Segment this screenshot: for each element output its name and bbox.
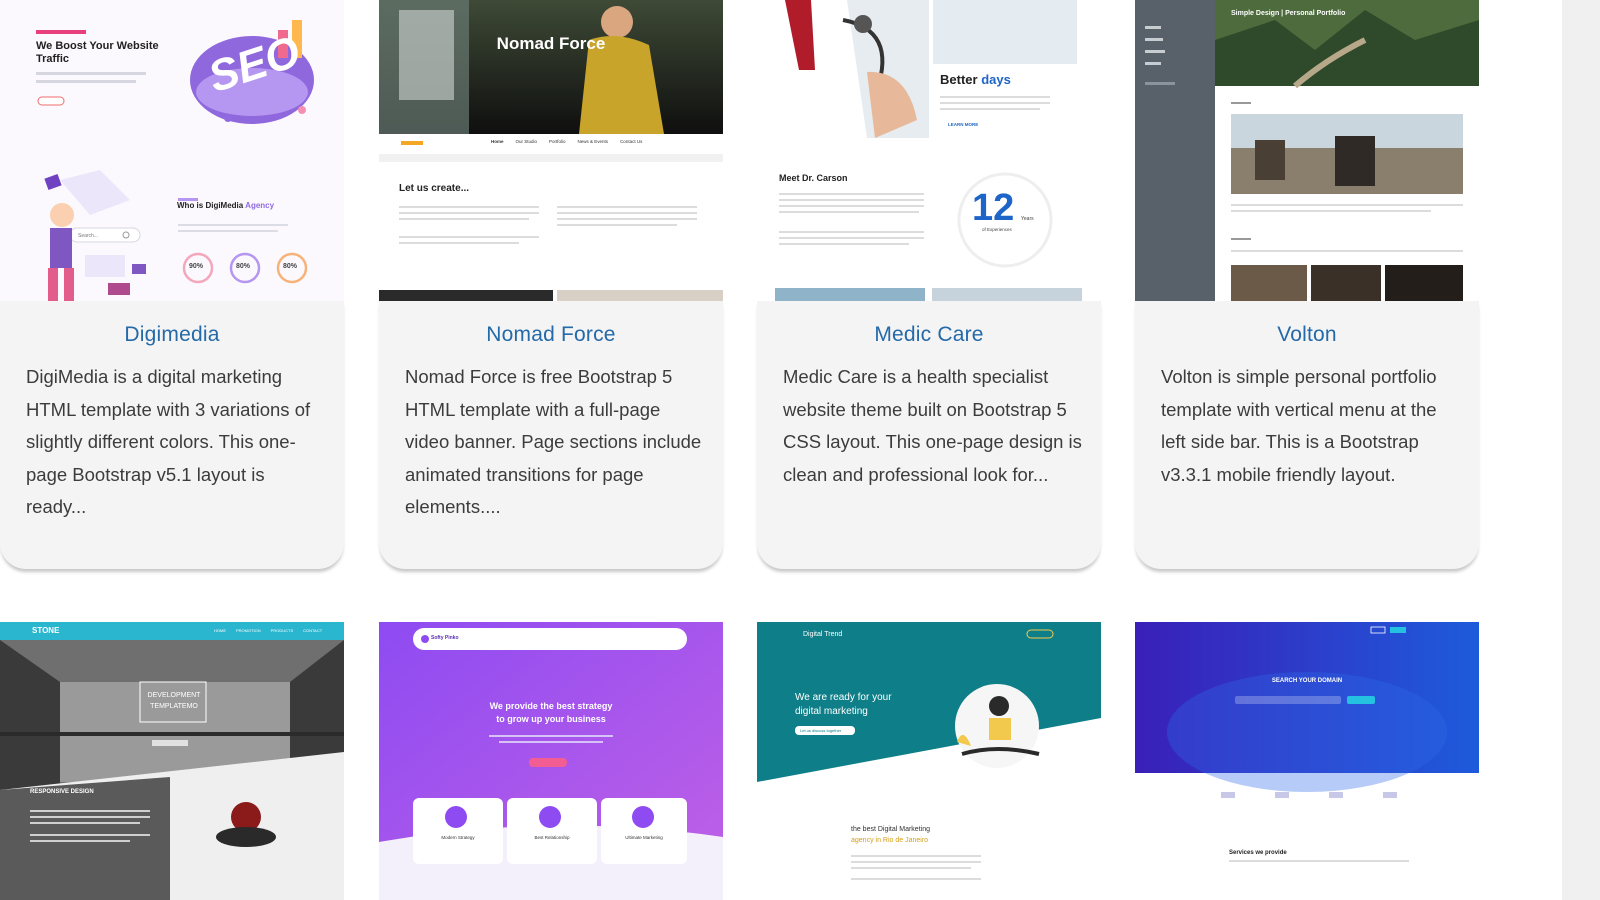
- section-title-accent: Agency: [245, 201, 275, 210]
- host-domain-preview-illustration: [1135, 622, 1479, 900]
- template-card-softy-pinko[interactable]: Softy Pinko We provide the best strategy…: [379, 622, 723, 900]
- preview-nav-item: HOME: [214, 628, 226, 633]
- preview-learn-more: LEARN MORE: [948, 122, 979, 127]
- card-description: Medic Care is a health specialist websit…: [783, 366, 1082, 485]
- preview-years-number: 12: [972, 187, 1015, 229]
- medic-care-preview-illustration: [757, 0, 1101, 301]
- preview-headline-2: digital marketing: [795, 706, 868, 717]
- preview-feature-1: Modern Strategy: [441, 835, 475, 840]
- preview-heading: Better days: [940, 72, 1011, 87]
- preview-navbar: HOME PROMOTION PRODUCTS CONTACT: [214, 628, 322, 633]
- preview-doctor-name: Meet Dr. Carson: [779, 173, 848, 183]
- preview-stat-2: 80%: [236, 263, 251, 270]
- preview-headline-2: to grow up your business: [496, 714, 606, 724]
- preview-years-label: Years: [1021, 216, 1034, 222]
- heading-accent: days: [981, 72, 1011, 87]
- preview-section-title: RESPONSIVE DESIGN: [30, 789, 94, 795]
- heading-text: Better: [940, 72, 978, 87]
- preview-headline: We Boost Your Website Traffic: [36, 40, 159, 65]
- preview-stat-1: 90%: [189, 263, 204, 270]
- card-description: Volton is simple personal portfolio temp…: [1161, 366, 1437, 485]
- template-thumbnail[interactable]: STONE HOME PROMOTION PRODUCTS CONTACT DE…: [0, 622, 344, 900]
- template-card-volton[interactable]: Simple Design | Personal Portfolio Volto…: [1135, 0, 1479, 570]
- preview-nav-item: CONTACT: [303, 628, 323, 633]
- preview-brand: STONE: [32, 626, 60, 635]
- page-scrollbar[interactable]: [1562, 0, 1600, 900]
- template-thumbnail[interactable]: Softy Pinko We provide the best strategy…: [379, 622, 723, 900]
- preview-headline-1: We are ready for your: [795, 692, 892, 703]
- volton-preview-illustration: [1135, 0, 1479, 301]
- template-card-host-domain[interactable]: SEARCH YOUR DOMAIN Services we provide: [1135, 622, 1479, 900]
- preview-brand: Digital Trend: [803, 631, 843, 638]
- preview-nav-item: Our Studio: [515, 139, 538, 144]
- preview-section-title: Who is DigiMedia Agency: [177, 201, 274, 210]
- template-thumbnail[interactable]: We Boost Your Website Traffic SEO Who is…: [0, 0, 344, 301]
- preview-search-field: Search...: [78, 233, 99, 239]
- card-title[interactable]: Nomad Force: [379, 323, 723, 347]
- preview-nav-item: Portfolio: [549, 139, 566, 144]
- preview-tagline-2: agency in Rio de Janeiro: [851, 837, 929, 844]
- card-title[interactable]: Medic Care: [757, 323, 1101, 347]
- preview-center-box: DEVELOPMENT TEMPLATEMO: [147, 692, 201, 710]
- stone-preview-illustration: [0, 622, 344, 900]
- card-title[interactable]: Volton: [1135, 323, 1479, 347]
- card-description: Nomad Force is free Bootstrap 5 HTML tem…: [405, 366, 702, 517]
- preview-search-title: SEARCH YOUR DOMAIN: [1271, 678, 1343, 684]
- softy-pinko-preview-illustration: [379, 622, 723, 900]
- digital-trend-preview-illustration: [757, 622, 1101, 900]
- preview-tagline-1: the best Digital Marketing: [851, 826, 930, 833]
- template-card-stone[interactable]: STONE HOME PROMOTION PRODUCTS CONTACT DE…: [0, 622, 344, 900]
- preview-feature-2: Best Relationship: [534, 835, 570, 840]
- card-body: Volton Volton is simple personal portfol…: [1135, 301, 1479, 569]
- preview-navbar: Home Our Studio Portfolio News & Events …: [491, 139, 642, 144]
- preview-banner-title: Nomad Force: [496, 34, 606, 53]
- card-description: DigiMedia is a digital marketing HTML te…: [26, 366, 311, 517]
- card-body: Digimedia DigiMedia is a digital marketi…: [0, 301, 344, 569]
- template-card-digimedia[interactable]: We Boost Your Website Traffic SEO Who is…: [0, 0, 344, 570]
- preview-brand: Softy Pinko: [431, 635, 459, 641]
- preview-stat-3: 80%: [283, 263, 298, 270]
- template-thumbnail[interactable]: Nomad Force Home Our Studio Portfolio Ne…: [379, 0, 723, 301]
- preview-section-title: Let us create...: [399, 183, 470, 194]
- preview-nav-item: Home: [491, 139, 504, 144]
- template-thumbnail[interactable]: Better days LEARN MORE Meet Dr. Carson 1…: [757, 0, 1101, 301]
- template-card-digital-trend[interactable]: Digital Trend We are ready for your digi…: [757, 622, 1101, 900]
- preview-banner-title: Simple Design | Personal Portfolio: [1231, 10, 1346, 17]
- preview-nav-item: PROMOTION: [236, 628, 261, 633]
- template-thumbnail[interactable]: SEARCH YOUR DOMAIN Services we provide: [1135, 622, 1479, 900]
- preview-nav-item: News & Events: [577, 139, 609, 144]
- preview-services-title: Services we provide: [1229, 850, 1287, 856]
- template-thumbnail[interactable]: Simple Design | Personal Portfolio: [1135, 0, 1479, 301]
- card-body: Nomad Force Nomad Force is free Bootstra…: [379, 301, 723, 569]
- preview-headline-1: We provide the best strategy: [489, 701, 613, 711]
- template-card-medic-care[interactable]: Better days LEARN MORE Meet Dr. Carson 1…: [757, 0, 1101, 570]
- preview-nav-item: PRODUCTS: [270, 628, 294, 633]
- card-title[interactable]: Digimedia: [0, 323, 344, 347]
- preview-years-caption: of Experiences: [982, 227, 1012, 232]
- preview-feature-3: Ultimate Marketing: [625, 835, 663, 840]
- card-body: Medic Care Medic Care is a health specia…: [757, 301, 1101, 569]
- preview-nav-item: Contact Us: [620, 139, 643, 144]
- template-thumbnail[interactable]: Digital Trend We are ready for your digi…: [757, 622, 1101, 900]
- section-title-text: Who is DigiMedia: [177, 201, 244, 210]
- preview-cta: Let us discuss together: [800, 728, 842, 733]
- template-card-nomad-force[interactable]: Nomad Force Home Our Studio Portfolio Ne…: [379, 0, 723, 570]
